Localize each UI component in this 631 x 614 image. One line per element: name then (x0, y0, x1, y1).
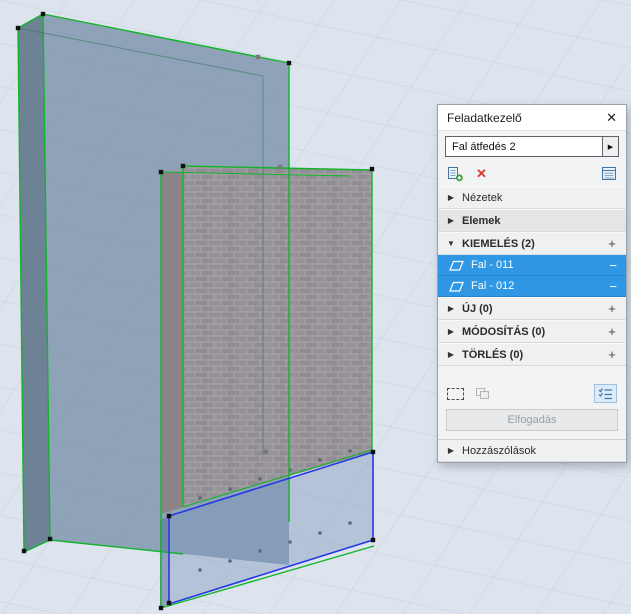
chevron-right-icon[interactable]: ▶ (446, 350, 456, 359)
section-new-label: ÚJ (0) (462, 302, 493, 315)
section-elements-label: Elemek (462, 214, 501, 227)
section-highlight-label: KIEMELÉS (2) (462, 237, 535, 250)
section-modify-label: MÓDOSÍTÁS (0) (462, 325, 546, 338)
list-item-fal-011[interactable]: Fal - 011 − (438, 255, 626, 276)
task-manager-panel: Feladatkezelő ✕ Fal átfedés 2 ▶ ✕ ▶ Néze… (437, 104, 627, 463)
remove-item-button[interactable]: − (609, 280, 617, 293)
wall-icon (449, 281, 464, 292)
marquee-select-icon[interactable] (447, 387, 464, 400)
add-task-icon[interactable] (447, 166, 463, 182)
chevron-right-icon[interactable]: ▶ (446, 216, 456, 225)
section-new[interactable]: ▶ ÚJ (0) + (438, 297, 626, 320)
section-delete[interactable]: ▶ TÖRLÉS (0) + (438, 343, 626, 366)
panel-titlebar: Feladatkezelő ✕ (438, 105, 626, 131)
panel-bottom-toolbar (438, 380, 626, 407)
add-item-button[interactable]: + (606, 324, 618, 339)
list-item-label: Fal - 012 (471, 280, 515, 292)
section-elements[interactable]: ▶ Elemek (438, 209, 626, 232)
delete-task-icon[interactable]: ✕ (476, 166, 487, 182)
section-comments[interactable]: ▶ Hozzászólások (438, 439, 626, 462)
section-comments-label: Hozzászólások (462, 444, 536, 457)
remove-item-button[interactable]: − (609, 259, 617, 272)
checklist-filter-icon[interactable] (594, 384, 617, 403)
task-selector-arrow-icon[interactable]: ▶ (602, 137, 618, 156)
copy-selection-icon (475, 387, 490, 400)
task-selector[interactable]: Fal átfedés 2 ▶ (445, 136, 619, 157)
panel-title: Feladatkezelő (447, 110, 522, 125)
wall-icon (449, 260, 464, 271)
section-views-label: Nézetek (462, 191, 503, 204)
list-item-fal-012[interactable]: Fal - 012 − (438, 276, 626, 297)
section-delete-label: TÖRLÉS (0) (462, 348, 524, 361)
add-item-button[interactable]: + (606, 347, 618, 362)
add-item-button[interactable]: + (606, 236, 618, 251)
chevron-right-icon[interactable]: ▶ (446, 327, 456, 336)
add-item-button[interactable]: + (606, 301, 618, 316)
panel-options-icon[interactable] (601, 166, 617, 181)
close-icon[interactable]: ✕ (606, 111, 617, 124)
section-highlight[interactable]: ▼ KIEMELÉS (2) + (438, 232, 626, 255)
chevron-down-icon[interactable]: ▼ (446, 239, 456, 248)
chevron-right-icon[interactable]: ▶ (446, 446, 456, 455)
section-views[interactable]: ▶ Nézetek (438, 186, 626, 209)
chevron-right-icon[interactable]: ▶ (446, 193, 456, 202)
section-modify[interactable]: ▶ MÓDOSÍTÁS (0) + (438, 320, 626, 343)
list-item-label: Fal - 011 (471, 259, 514, 271)
task-selector-value: Fal átfedés 2 (452, 140, 516, 153)
panel-spacer (438, 366, 626, 380)
accept-button[interactable]: Elfogadás (446, 409, 618, 431)
chevron-right-icon[interactable]: ▶ (446, 304, 456, 313)
panel-toolbar: ✕ (438, 161, 626, 186)
